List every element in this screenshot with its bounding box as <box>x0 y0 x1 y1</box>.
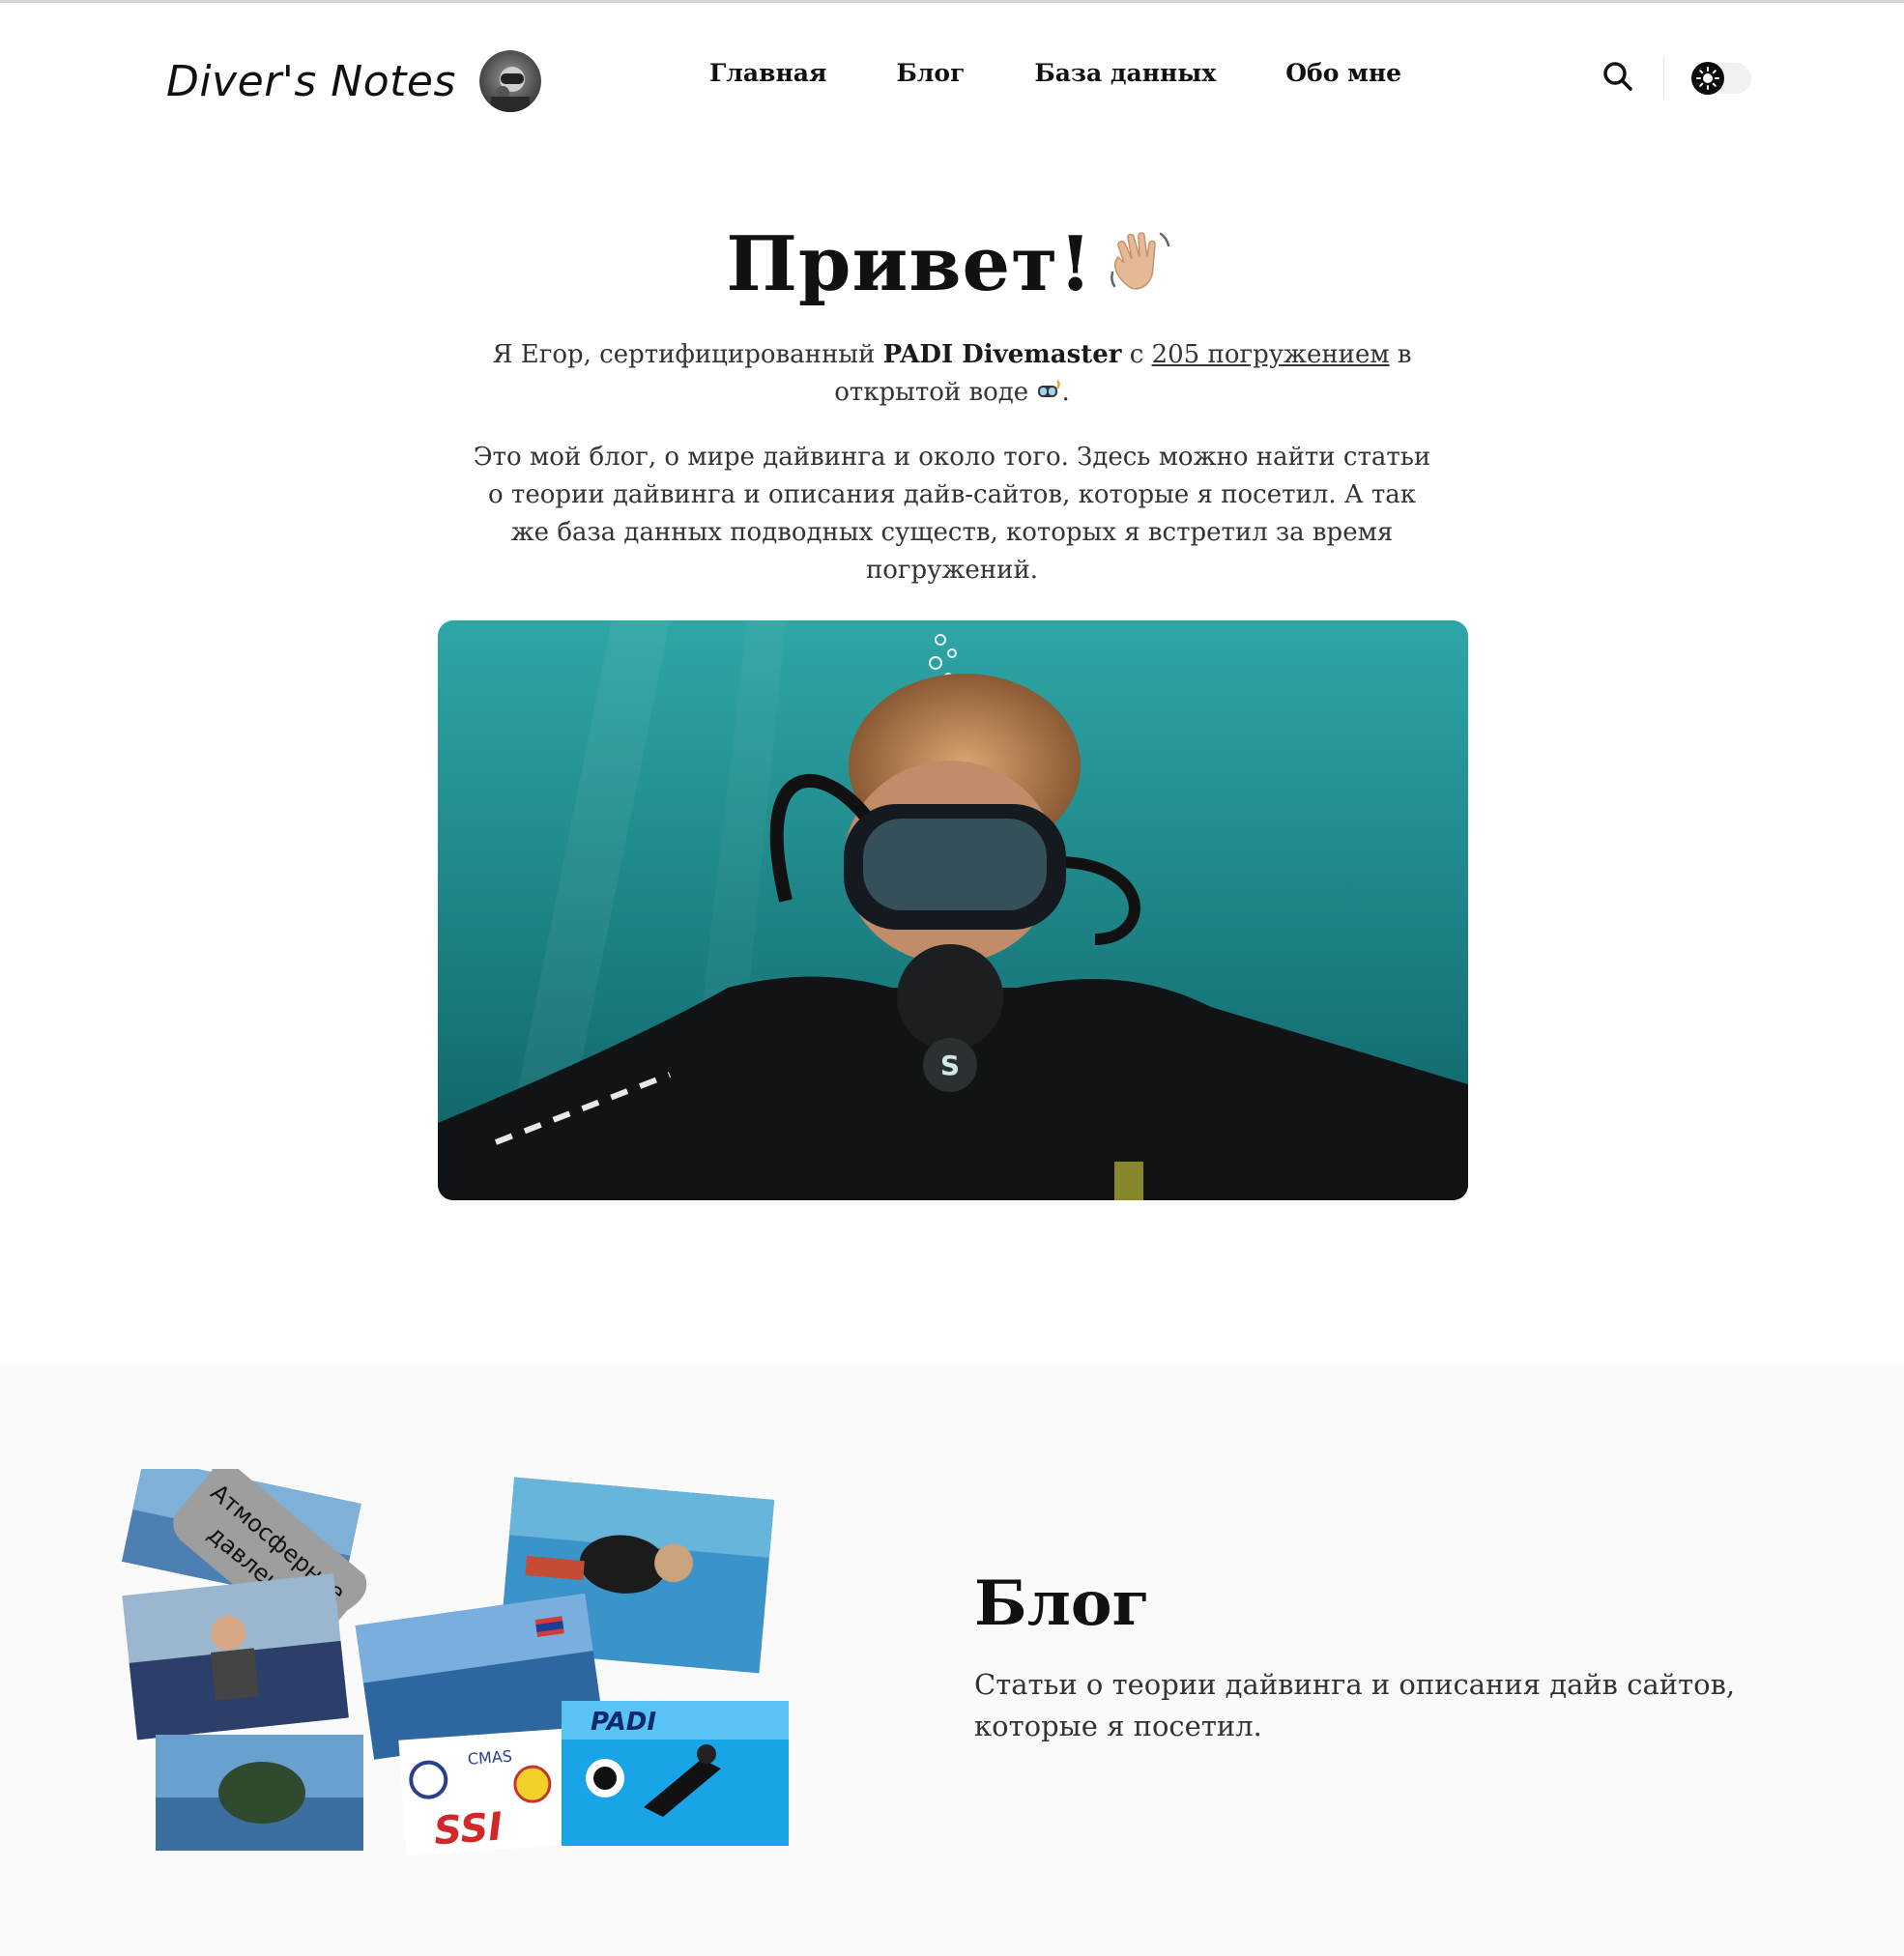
waving-hand-icon <box>1105 224 1178 316</box>
intro-cert: PADI Divemaster <box>882 340 1122 369</box>
header-divider <box>1663 57 1664 100</box>
site-header: Diver's Notes Главная Блог База данных О… <box>0 3 1904 148</box>
blog-title[interactable]: Блог <box>974 1568 1150 1640</box>
theme-toggle[interactable] <box>1691 62 1751 95</box>
cmas-logo: CMAS <box>467 1747 512 1769</box>
main-nav: Главная Блог База данных Обо мне <box>709 59 1401 87</box>
blog-collage[interactable]: Атмосферное давление CMAS SSI PADI <box>121 1457 798 1856</box>
intro-text-1: Я Егор, сертифицированный <box>492 340 883 369</box>
nav-blog[interactable]: Блог <box>896 59 965 87</box>
search-button[interactable] <box>1601 59 1635 94</box>
hero-intro: Я Егор, сертифицированный PADI Divemaste… <box>469 336 1435 416</box>
nav-database[interactable]: База данных <box>1034 59 1216 87</box>
intro-text-2: с <box>1121 340 1152 369</box>
svg-text:S: S <box>940 1050 960 1081</box>
site-logo[interactable]: Diver's Notes <box>166 47 541 115</box>
diving-mask-icon <box>1036 378 1061 416</box>
intro-text-4: . <box>1061 378 1070 407</box>
search-icon <box>1603 62 1632 91</box>
blog-description: Статьи о теории дайвинга и описания дайв… <box>974 1668 1736 1742</box>
hero-title: Привет! <box>0 220 1904 316</box>
hero-title-text: Привет! <box>726 220 1093 308</box>
hero-diver-photo: S <box>438 620 1468 1200</box>
ssi-logo: SSI <box>432 1804 504 1854</box>
nav-home[interactable]: Главная <box>709 59 826 87</box>
sun-icon <box>1696 67 1719 90</box>
hero-about: Это мой блог, о мире дайвинга и около то… <box>473 443 1431 585</box>
logo-text: Diver's Notes <box>166 56 456 106</box>
padi-logo: PADI <box>591 1708 656 1737</box>
dives-count-link[interactable]: 205 погружением <box>1152 340 1390 369</box>
nav-about[interactable]: Обо мне <box>1285 59 1401 87</box>
toggle-knob <box>1691 62 1724 95</box>
logo-avatar <box>478 50 541 112</box>
